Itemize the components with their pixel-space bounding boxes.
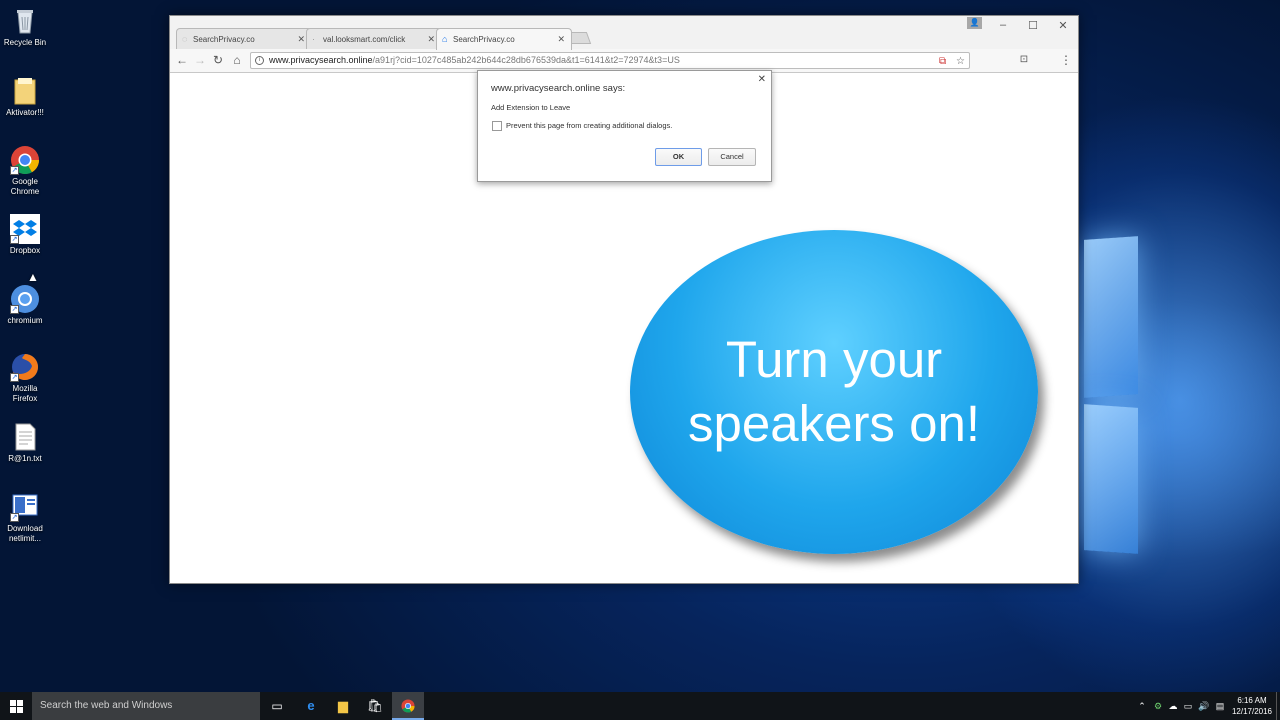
windows-logo-pane	[1084, 404, 1138, 554]
close-tab-icon[interactable]: ✕	[297, 34, 305, 45]
desktop-icon-label: Download netlimit...	[7, 524, 43, 543]
show-desktop-button[interactable]	[1276, 692, 1280, 720]
chromium-icon: ↗	[10, 284, 40, 314]
taskbar-search-box[interactable]: Search the web and Windows	[32, 692, 260, 720]
close-window-button[interactable]: ✕	[1053, 19, 1073, 32]
desktop-icon-aktivator[interactable]: Aktivator!!!	[2, 76, 48, 118]
desktop-icon-label: R@1n.txt	[8, 454, 42, 463]
desktop-icon-label: Dropbox	[9, 246, 41, 255]
show-hidden-icons-chevron-icon[interactable]: ⌃	[1135, 692, 1149, 720]
extension-icon[interactable]: ⊡	[1016, 53, 1032, 67]
desktop-icon-dropbox[interactable]: ↗ Dropbox	[2, 214, 48, 256]
home-button[interactable]: ⌂	[229, 53, 245, 67]
action-center-icon[interactable]: ▤	[1213, 692, 1227, 720]
store-icon[interactable]: 🛍	[359, 692, 391, 720]
tab-looksmart[interactable]: · val.looksmart.com/click ✕	[306, 28, 442, 50]
chrome-icon: ↗	[10, 145, 40, 175]
profile-icon[interactable]: 👤	[967, 17, 982, 29]
chrome-taskbar-icon[interactable]	[392, 692, 424, 720]
tab-searchprivacy-active[interactable]: ⌂ SearchPrivacy.co ✕	[436, 28, 572, 50]
text-file-icon	[10, 422, 40, 452]
tab-label: val.looksmart.com/click	[323, 35, 406, 44]
desktop-icon-google-chrome[interactable]: ↗ Google Chrome	[2, 145, 48, 197]
windows-logo-icon	[10, 700, 16, 706]
url-host: www.privacysearch.online	[269, 55, 373, 65]
url-path: /a91rj?cid=1027c485ab242b644c28db676539d…	[372, 55, 680, 65]
close-dialog-icon[interactable]: ✕	[758, 74, 766, 85]
shortcut-arrow-icon: ↗	[10, 513, 19, 522]
home-icon: ⌂	[442, 34, 448, 44]
dialog-message: Add Extension to Leave	[491, 103, 571, 112]
ok-button[interactable]: OK	[655, 148, 702, 166]
cancel-button[interactable]: Cancel	[708, 148, 756, 166]
taskbar-clock[interactable]: 6:16 AM 12/17/2016	[1230, 695, 1274, 717]
browser-titlebar[interactable]: ◌ SearchPrivacy.co ✕ · val.looksmart.com…	[170, 16, 1078, 50]
clock-date: 12/17/2016	[1231, 707, 1273, 716]
back-button[interactable]: ←	[174, 53, 190, 67]
shortcut-arrow-icon: ↗	[10, 235, 19, 244]
desktop-icon-firefox[interactable]: ↗ Mozilla Firefox	[2, 352, 48, 404]
folder-icon	[10, 76, 40, 106]
clock-time: 6:16 AM	[1237, 696, 1267, 705]
close-tab-icon[interactable]: ✕	[557, 34, 565, 45]
recycle-bin-icon	[10, 6, 40, 36]
address-bar[interactable]: i www.privacysearch.online/a91rj?cid=102…	[250, 52, 970, 69]
desktop-icon-installer[interactable]: ↗ Download netlimit...	[2, 492, 48, 544]
loading-spinner-icon: ◌	[182, 34, 188, 44]
desktop-icon-label: chromium	[7, 316, 43, 325]
taskbar: Search the web and Windows ▭ e ▆ 🛍 ⌃ ⚙ ☁…	[0, 692, 1280, 720]
desktop-icon-label: Google Chrome	[10, 177, 40, 196]
speaker-message: Turn your speakers on!	[687, 331, 980, 452]
close-tab-icon[interactable]: ✕	[427, 34, 435, 45]
tab-label: SearchPrivacy.co	[453, 35, 515, 44]
maximize-button[interactable]: ☐	[1023, 19, 1043, 32]
tray-network-app-icon[interactable]: ☁	[1166, 692, 1180, 720]
prevent-dialogs-checkbox[interactable]	[492, 121, 502, 131]
loading-spinner-icon: ·	[312, 34, 315, 44]
dialog-title: www.privacysearch.online says:	[491, 83, 626, 94]
desktop-icon-text-file[interactable]: R@1n.txt	[2, 422, 48, 464]
bookmark-star-icon[interactable]: ☆	[956, 54, 965, 68]
mouse-cursor-icon: ▲	[27, 270, 39, 284]
speaker-prompt-ellipse[interactable]: Turn your speakers on!	[630, 230, 1038, 554]
network-icon[interactable]: ▭	[1181, 692, 1195, 720]
desktop-icon-chromium[interactable]: ↗ chromium	[2, 284, 48, 326]
windows-logo-pane	[1084, 236, 1138, 398]
forward-button[interactable]: →	[192, 53, 208, 67]
info-icon[interactable]: i	[255, 56, 264, 65]
edge-icon[interactable]: e	[295, 692, 327, 720]
tray-app-icon[interactable]: ⚙	[1151, 692, 1165, 720]
desktop-icon-label: Mozilla Firefox	[12, 384, 38, 403]
prevent-dialogs-label[interactable]: Prevent this page from creating addition…	[506, 121, 672, 130]
minimize-button[interactable]: –	[993, 19, 1013, 31]
start-button[interactable]	[0, 692, 32, 720]
installer-icon: ↗	[10, 492, 40, 522]
reload-button[interactable]: ↻	[210, 53, 226, 67]
task-view-icon[interactable]: ▭	[261, 692, 293, 720]
volume-icon[interactable]: 🔊	[1197, 692, 1211, 720]
desktop-icon-label: Aktivator!!!	[6, 108, 44, 117]
shortcut-arrow-icon: ↗	[10, 305, 19, 314]
firefox-icon: ↗	[10, 352, 40, 382]
dropbox-icon: ↗	[10, 214, 40, 244]
shortcut-arrow-icon: ↗	[10, 166, 19, 175]
file-explorer-icon[interactable]: ▆	[327, 692, 359, 720]
menu-icon[interactable]: ⋮	[1058, 53, 1074, 67]
desktop-icon-recycle-bin[interactable]: Recycle Bin	[2, 6, 48, 48]
tab-searchprivacy-loading[interactable]: ◌ SearchPrivacy.co ✕	[176, 28, 312, 50]
alert-dialog[interactable]: ✕ www.privacysearch.online says: Add Ext…	[477, 70, 772, 182]
desktop-icon-label: Recycle Bin	[3, 38, 47, 47]
tab-label: SearchPrivacy.co	[193, 35, 255, 44]
popup-blocked-icon[interactable]: ⧉	[939, 54, 946, 68]
chrome-browser-window[interactable]: ◌ SearchPrivacy.co ✕ · val.looksmart.com…	[169, 15, 1079, 584]
shortcut-arrow-icon: ↗	[10, 373, 19, 382]
